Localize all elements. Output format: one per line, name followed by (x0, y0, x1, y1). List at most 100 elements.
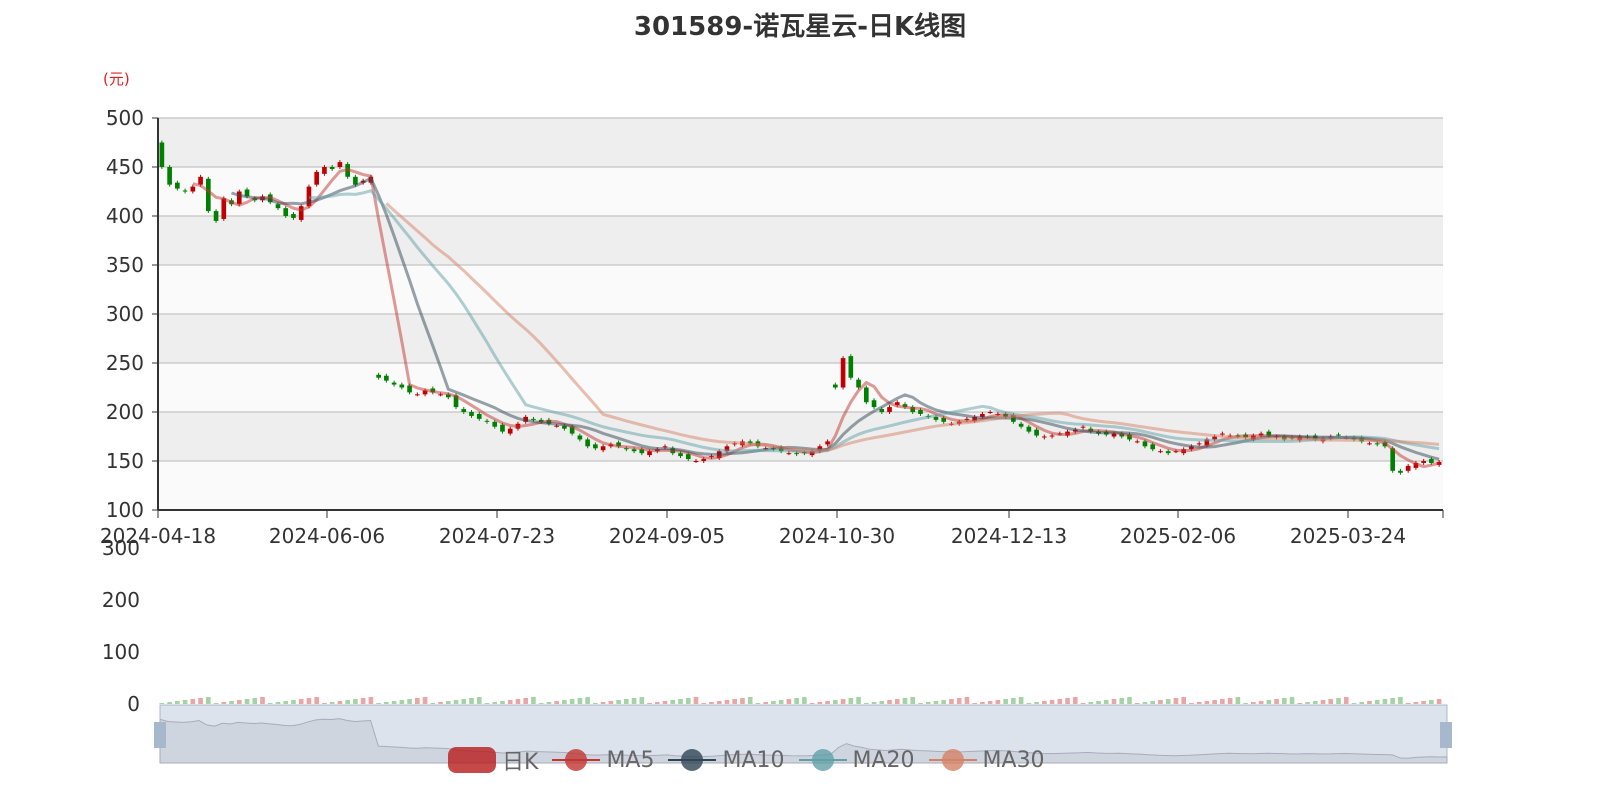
volume-bar (260, 697, 265, 704)
candle (863, 387, 869, 403)
volume-bar (608, 701, 614, 704)
volume-bar (554, 701, 559, 704)
volume-bar (1336, 698, 1341, 704)
volume-bar (430, 703, 436, 704)
candle (1429, 459, 1434, 463)
volume-bar (538, 703, 544, 704)
volume-bar (1034, 702, 1039, 704)
candle (461, 409, 467, 412)
volume-bar (438, 702, 443, 704)
candle (887, 407, 892, 412)
volume-bar (1173, 698, 1179, 704)
volume-bar (1258, 701, 1264, 704)
y-tick-label: 450 (106, 155, 144, 179)
volume-bar (469, 698, 474, 704)
candle (329, 167, 335, 169)
legend-item-ma10[interactable]: MA10 (668, 748, 785, 773)
volume-bar (848, 698, 854, 704)
legend-item-ma20[interactable]: MA20 (798, 748, 915, 773)
volume-bar (1235, 697, 1241, 704)
volume-bar (569, 699, 575, 704)
y-tick-label: 500 (106, 106, 144, 130)
grid-band (158, 265, 1443, 314)
volume-bar (415, 698, 420, 704)
candle (1080, 426, 1086, 428)
volume-bar (647, 703, 652, 704)
volume-bar (198, 698, 203, 704)
candle (585, 439, 590, 447)
candle (856, 379, 861, 388)
grid-band (158, 314, 1443, 363)
volume-bar (1042, 701, 1047, 704)
candle (678, 453, 683, 457)
volume-bar (1220, 699, 1225, 704)
grid-band (158, 167, 1443, 216)
grid-band (158, 461, 1443, 510)
volume-bar (817, 702, 823, 704)
legend-item-ma5[interactable]: MA5 (552, 748, 654, 773)
legend-label: 日K (502, 750, 539, 775)
candle (1374, 443, 1380, 445)
volume-bar (1088, 702, 1094, 704)
volume-bar (1142, 702, 1148, 704)
volume-bar (391, 701, 397, 704)
volume-bar (716, 701, 722, 704)
candle (322, 167, 327, 174)
volume-y-tick-label: 100 (102, 640, 140, 664)
volume-bar (1003, 699, 1008, 704)
volume-bar (1127, 697, 1132, 704)
volume-bar (376, 703, 381, 704)
candle (1421, 461, 1426, 463)
datazoom-left-handle[interactable] (154, 722, 166, 748)
candle (1018, 423, 1024, 427)
volume-bar (1320, 700, 1326, 704)
volume-bar (701, 703, 707, 704)
candle (1398, 470, 1403, 473)
datazoom-right-handle[interactable] (1440, 722, 1452, 748)
volume-bar (1057, 699, 1063, 704)
volume-bar (236, 700, 242, 704)
volume-bar (925, 702, 931, 704)
volume-bar (1196, 702, 1202, 704)
candle (221, 198, 227, 219)
volume-bar (654, 702, 660, 704)
volume-bar (368, 697, 374, 704)
volume-bar (740, 698, 745, 704)
candle (275, 204, 281, 209)
candle (182, 190, 188, 192)
legend-item-ma30[interactable]: MA30 (928, 748, 1045, 773)
volume-bar (995, 700, 1001, 704)
volume-bar (1281, 698, 1287, 704)
legend-item-日k[interactable]: 日K (448, 744, 538, 776)
volume-bar (1436, 699, 1442, 704)
volume-bar (802, 697, 807, 704)
volume-bar (461, 699, 467, 704)
volume-bar (175, 701, 180, 704)
volume-bar (863, 703, 869, 704)
x-tick-label: 2025-02-06 (1120, 524, 1236, 548)
volume-bar (600, 702, 606, 704)
volume-bar (1351, 703, 1357, 704)
volume-bar (1274, 699, 1279, 704)
y-tick-label: 400 (106, 204, 144, 228)
candle (918, 410, 923, 414)
volume-bar (298, 699, 304, 704)
y-tick-label: 250 (106, 351, 144, 375)
volume-bar (159, 703, 165, 704)
grid-band (158, 118, 1443, 167)
volume-bar (267, 703, 273, 704)
y-tick-label: 150 (106, 449, 144, 473)
line-circle-legend-icon (552, 749, 601, 771)
volume-bar (1266, 700, 1272, 704)
candle (1165, 451, 1171, 454)
candle (685, 454, 691, 460)
volume-bar (670, 700, 676, 704)
candle (701, 459, 707, 461)
volume-bar (747, 697, 753, 704)
volume-bar (709, 702, 714, 704)
volume-bar (1204, 701, 1210, 704)
candle (1150, 444, 1156, 450)
candle (500, 424, 505, 432)
volume-bar (732, 699, 738, 704)
volume-bar (1390, 698, 1396, 704)
